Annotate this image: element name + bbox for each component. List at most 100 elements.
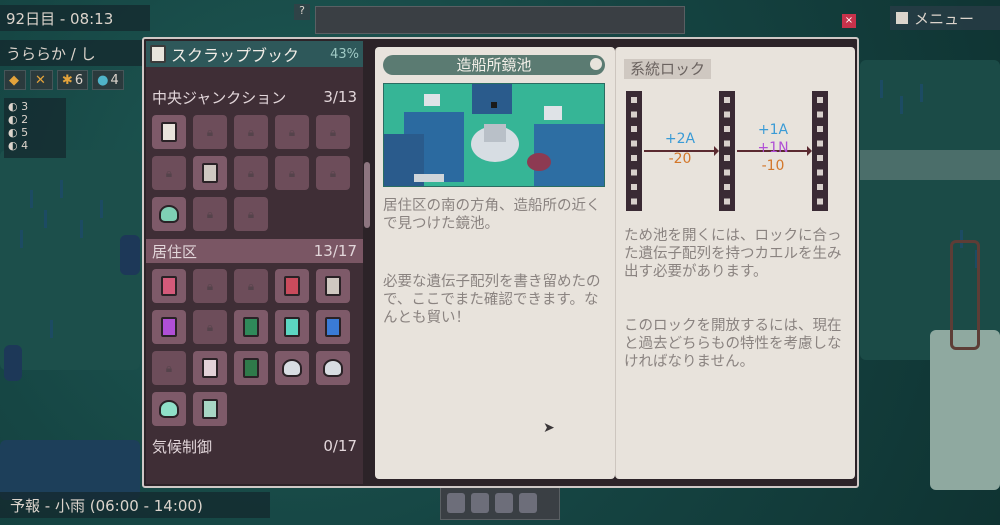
residential-entry-frog-teal[interactable]	[152, 392, 186, 426]
save-icon	[896, 12, 908, 24]
step2-gain-a: +1A	[758, 122, 789, 138]
residential-entry-book-blue[interactable]	[316, 310, 350, 344]
residential-locked-entry[interactable]: 🔒︎	[152, 351, 186, 385]
central-locked-entry[interactable]: 🔒︎	[193, 115, 227, 149]
central-locked-entry[interactable]: 🔒︎	[234, 197, 268, 231]
lock-icon: 🔒︎	[165, 165, 173, 180]
central-entry-sign[interactable]	[193, 156, 227, 190]
gate-icon	[161, 122, 177, 142]
step1-gain: +2A	[665, 131, 696, 147]
scrapbook-header: スクラップブック 43%	[146, 41, 363, 67]
lock-section-title: 系統ロック	[624, 59, 712, 79]
residential-entry-book-purple[interactable]	[152, 310, 186, 344]
entry-description: 居住区の南の方角、造船所の近くで見つけた鏡池。	[383, 198, 601, 232]
lock-icon: 🔒︎	[329, 124, 337, 139]
drop-icon: ● 4	[92, 70, 124, 90]
gene-slot	[817, 97, 823, 103]
lock-icon: 🔒︎	[288, 165, 296, 180]
central-locked-entry[interactable]: 🔒︎	[234, 156, 268, 190]
central-locked-entry[interactable]: 🔒︎	[275, 115, 309, 149]
gear-icon: ✱ 6	[56, 70, 89, 90]
gene-slot	[724, 97, 730, 103]
completion-percent: 43%	[330, 46, 359, 62]
residential-locked-entry[interactable]: 🔒︎	[234, 269, 268, 303]
central-locked-entry[interactable]: 🔒︎	[234, 115, 268, 149]
gene-slot	[631, 184, 637, 190]
central-locked-entry[interactable]: 🔒︎	[316, 115, 350, 149]
entry-grid-residential: 🔒︎ 🔒︎ 🔒︎ 🔒︎	[146, 263, 363, 434]
forecast-display: 予報 - 小雨 (06:00 - 14:00)	[0, 492, 270, 518]
residential-entry-phone[interactable]	[316, 269, 350, 303]
gene-slot	[631, 111, 637, 118]
residential-entry-book-green[interactable]	[234, 310, 268, 344]
scrapbook-icon	[150, 45, 166, 63]
central-locked-entry[interactable]: 🔒︎	[152, 156, 186, 190]
central-locked-entry[interactable]: 🔒︎	[275, 156, 309, 190]
tool-toolbar[interactable]	[315, 6, 685, 34]
lock-icon: 🔒︎	[206, 278, 214, 293]
residential-locked-entry[interactable]: 🔒︎	[193, 269, 227, 303]
gene-slot	[724, 111, 730, 118]
residential-entry-book-red[interactable]	[275, 269, 309, 303]
sidebar-scrollbar[interactable]	[364, 162, 370, 228]
gene-slot	[631, 198, 637, 205]
residential-entry-book-teal[interactable]	[275, 310, 309, 344]
residential-entry-crate[interactable]	[193, 392, 227, 426]
gene-column-1	[626, 91, 642, 211]
entry-title: 造船所鏡池	[383, 55, 605, 75]
residential-entry-book-darkgreen[interactable]	[234, 351, 268, 385]
tool-icon: ✕	[30, 70, 53, 90]
gene-slot	[817, 169, 823, 176]
frog-white-icon	[323, 359, 343, 377]
frog-teal-icon	[159, 400, 179, 418]
central-locked-entry[interactable]: 🔒︎	[193, 197, 227, 231]
residential-entry-radio[interactable]	[152, 269, 186, 303]
gene-slot	[631, 140, 637, 147]
book-darkgreen-icon	[243, 358, 259, 378]
lock-icon: 🔒︎	[247, 165, 255, 180]
book-green-icon	[243, 317, 259, 337]
help-button[interactable]: ?	[294, 4, 310, 20]
menu-button[interactable]: メニュー	[890, 6, 1000, 30]
scrapbook-title: スクラップブック	[171, 46, 300, 65]
lock-instructions: ため池を開くには、ロックに合った遺伝子配列を持つカエルを生み出す必要があります。	[624, 228, 842, 280]
step2-gain-n: +1N	[757, 140, 788, 156]
lock-icon: 🔒︎	[206, 206, 214, 221]
step1-loss: -20	[669, 151, 692, 167]
pin-icon	[590, 58, 602, 70]
gene-slot	[631, 126, 637, 132]
gene-slot	[817, 126, 823, 132]
item-hotbar[interactable]	[440, 486, 560, 520]
gene-slot	[631, 155, 637, 161]
book-teal-icon	[284, 317, 300, 337]
phone-icon	[325, 276, 341, 296]
gene-slot	[817, 184, 823, 190]
lock-page: 系統ロック +2A -20 +1A +1N -10 ため池を開くには、ロックに合…	[615, 47, 855, 479]
central-entry-frog[interactable]	[152, 197, 186, 231]
entry-page: 造船所鏡池 居住区の南の方角、造船所の近くで見つけた鏡池。 必要な遺伝子配列を書…	[375, 47, 615, 479]
entry-grid-central-junction: 🔒︎ 🔒︎ 🔒︎ 🔒︎ 🔒︎ 🔒︎ 🔒︎ 🔒︎ 🔒︎ 🔒︎	[146, 109, 363, 239]
frog-stat-icon: ◐	[8, 100, 22, 113]
category-central-junction[interactable]: 中央ジャンクション 3/13	[146, 85, 363, 109]
lock-icon: 🔒︎	[288, 124, 296, 139]
category-residential[interactable]: 居住区 13/17	[146, 239, 363, 263]
population-stats: ◐ 3 ◐ 2 ◐ 5 ◐ 4	[4, 98, 66, 158]
gene-slot	[724, 198, 730, 205]
coin-icon: ◆	[4, 70, 26, 90]
central-locked-entry[interactable]: 🔒︎	[316, 156, 350, 190]
entry-note: 必要な遺伝子配列を書き留めたので、ここでまた確認できます。なんとも貿い！	[383, 274, 601, 326]
gene-slot	[631, 169, 637, 176]
residential-entry-frame[interactable]	[193, 351, 227, 385]
scrapbook-sidebar[interactable]: スクラップブック 43% 中央ジャンクション 3/13 🔒︎ 🔒︎ 🔒︎ 🔒︎ 🔒︎ 🔒︎…	[146, 41, 363, 484]
location-thumbnail	[383, 83, 605, 187]
category-climate-control[interactable]: 気候制御 0/17	[146, 434, 363, 458]
residential-entry-frog-white[interactable]	[275, 351, 309, 385]
residential-locked-entry[interactable]: 🔒︎	[193, 310, 227, 344]
gene-slot	[724, 184, 730, 190]
central-entry-gate[interactable]	[152, 115, 186, 149]
category-count: 0/17	[323, 437, 357, 455]
category-count: 13/17	[313, 242, 357, 260]
gene-slot	[724, 155, 730, 161]
close-button[interactable]: ×	[842, 14, 856, 28]
residential-entry-frog-white[interactable]	[316, 351, 350, 385]
